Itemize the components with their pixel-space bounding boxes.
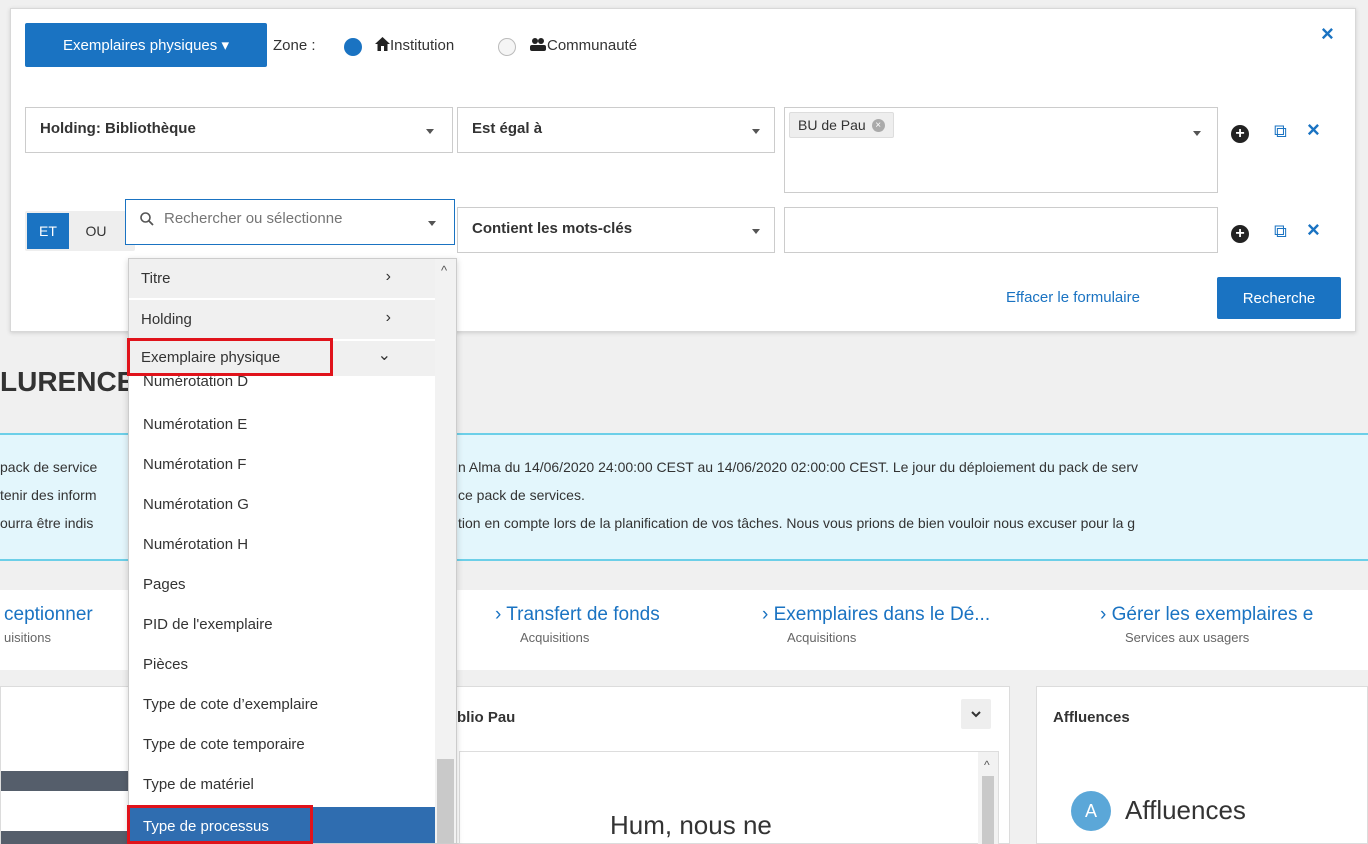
delete-row-icon[interactable]: × — [1307, 217, 1320, 243]
notice-text: ourra être indis — [0, 515, 94, 531]
notice-text: n Alma du 14/06/2020 24:00:00 CEST au 14… — [458, 459, 1138, 475]
widget-affluences: Affluences A Affluences — [1036, 686, 1368, 844]
zone-option-institution[interactable]: Institution — [375, 37, 454, 54]
field-search-input[interactable] — [164, 210, 414, 227]
dropdown-item[interactable]: Type de matériel — [129, 765, 435, 805]
dropdown-item[interactable]: Numérotation H — [129, 525, 435, 565]
zone-option-communaute[interactable]: Communauté — [529, 37, 637, 54]
delete-row-icon[interactable]: × — [1307, 117, 1320, 143]
widget-message: Hum, nous ne — [610, 810, 772, 840]
zone-label: Zone : — [273, 37, 316, 54]
notice-text: tenir des inform — [0, 487, 97, 503]
dropdown-scrollbar[interactable]: ^ — [435, 259, 456, 843]
row1-operator-value: Est égal à — [472, 120, 543, 137]
tag-remove-icon[interactable]: × — [871, 118, 885, 132]
value-tag[interactable]: BU de Pau × — [789, 112, 894, 138]
caret-down-icon — [428, 221, 436, 226]
quick-link[interactable]: › Exemplaires dans le Dé... Acquisitions — [762, 604, 990, 645]
dropdown-item[interactable]: Pièces — [129, 645, 435, 685]
page-title: LURENCE — [0, 366, 130, 397]
dropdown-item[interactable]: Numérotation E — [129, 405, 435, 445]
row2-operator-value: Contient les mots-clés — [472, 220, 633, 237]
logic-toggle: ET OU — [25, 211, 135, 251]
dropdown-item[interactable]: Type de cote temporaire — [129, 725, 435, 765]
highlight-box — [127, 805, 313, 844]
chevron-down-icon: ⌄ — [377, 347, 391, 364]
scrollbar-thumb[interactable] — [437, 759, 454, 843]
dropdown-group-titre[interactable]: Titre › — [129, 259, 435, 299]
widget-scrollbar[interactable]: ^ — [978, 752, 998, 844]
home-icon — [375, 37, 390, 51]
notice-text: ce pack de services. — [458, 487, 585, 503]
zone-radio-institution[interactable] — [344, 38, 362, 56]
add-row-icon[interactable]: + — [1231, 225, 1249, 243]
dropdown-item[interactable]: Numérotation F — [129, 445, 435, 485]
and-button[interactable]: ET — [27, 213, 69, 249]
dropdown-item[interactable]: Numérotation G — [129, 485, 435, 525]
widget-menu-button[interactable] — [961, 699, 991, 729]
scroll-up-icon[interactable]: ^ — [441, 263, 447, 278]
row2-operator-select[interactable]: Contient les mots-clés — [457, 207, 775, 253]
widget-body: Hum, nous ne ^ — [459, 751, 999, 844]
caret-down-icon — [1193, 131, 1201, 136]
scope-dropdown-button[interactable]: Exemplaires physiques ▾ — [25, 23, 267, 67]
zone-radio-communaute[interactable] — [498, 38, 516, 56]
close-icon[interactable]: × — [1321, 21, 1334, 47]
caret-down-icon — [426, 129, 434, 134]
widget-title: Affluences — [1053, 709, 1130, 726]
highlight-box — [127, 338, 333, 376]
search-icon — [140, 212, 154, 226]
widget-biblio: blio Pau Hum, nous ne ^ — [440, 686, 1010, 844]
caret-down-icon — [752, 129, 760, 134]
search-button[interactable]: Recherche — [1217, 277, 1341, 319]
users-icon — [530, 38, 546, 51]
row2-value-input[interactable] — [784, 207, 1218, 253]
add-row-icon[interactable]: + — [1231, 125, 1249, 143]
dropdown-item[interactable]: Pages — [129, 565, 435, 605]
chevron-down-icon — [971, 711, 981, 718]
row2-field-search[interactable] — [125, 199, 455, 245]
widget-left — [0, 686, 131, 844]
duplicate-row-icon[interactable]: ⧉ — [1274, 121, 1287, 142]
dropdown-item[interactable]: Type de cote d’exemplaire — [129, 685, 435, 725]
duplicate-row-icon[interactable]: ⧉ — [1274, 221, 1287, 242]
chevron-right-icon: › — [385, 309, 391, 326]
row1-operator-select[interactable]: Est égal à — [457, 107, 775, 153]
caret-down-icon — [752, 229, 760, 234]
or-button[interactable]: OU — [75, 213, 117, 249]
row1-field-value: Holding: Bibliothèque — [40, 120, 196, 137]
clear-form-link[interactable]: Effacer le formulaire — [1006, 289, 1140, 306]
quick-link[interactable]: › Gérer les exemplaires e Services aux u… — [1100, 604, 1313, 645]
affluences-logo-text: Affluences — [1125, 795, 1246, 825]
widget-title: blio Pau — [457, 709, 516, 726]
chevron-right-icon: › — [385, 268, 391, 285]
row1-field-select[interactable]: Holding: Bibliothèque — [25, 107, 453, 153]
notice-text: tion en compte lors de la planification … — [458, 515, 1136, 531]
notice-text: pack de service — [0, 459, 98, 475]
quick-link[interactable]: ceptionner uisitions — [4, 604, 93, 645]
quick-link[interactable]: › Transfert de fonds Acquisitions — [495, 604, 660, 645]
row1-value-multiselect[interactable]: BU de Pau × — [784, 107, 1218, 193]
affluences-logo-icon: A — [1071, 791, 1111, 831]
dropdown-item[interactable]: PID de l'exemplaire — [129, 605, 435, 645]
dropdown-group-holding[interactable]: Holding › — [129, 300, 435, 340]
